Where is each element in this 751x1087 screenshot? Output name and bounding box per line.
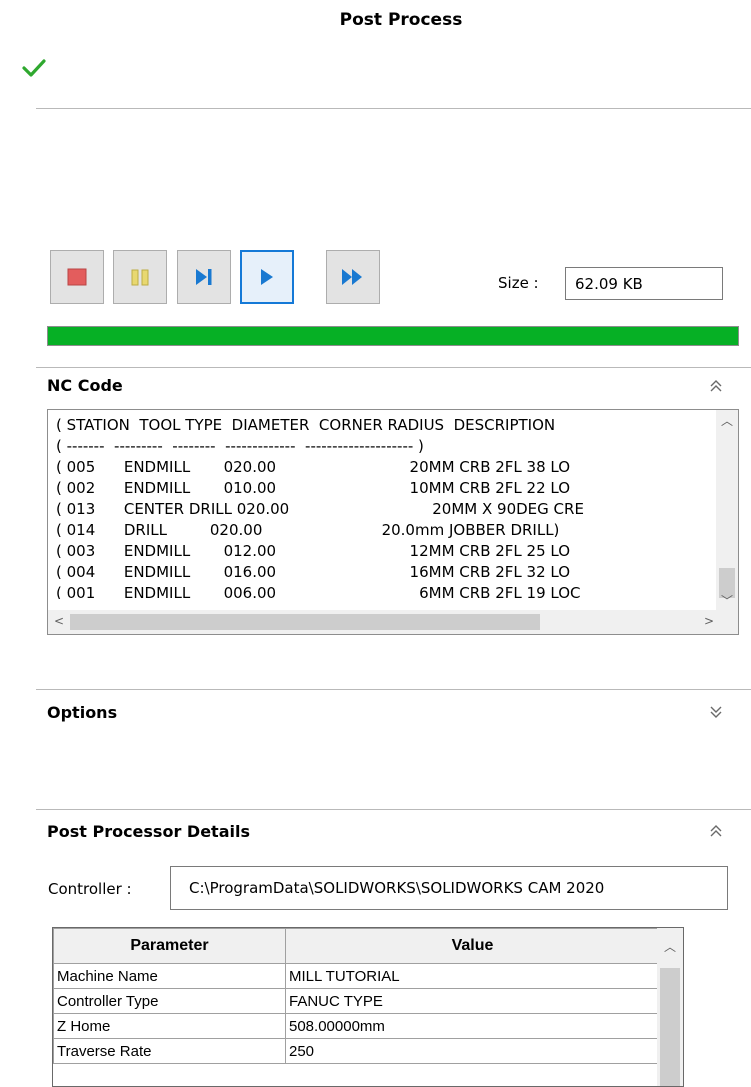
controller-path-field[interactable]: C:\ProgramData\SOLIDWORKS\SOLIDWORKS CAM… (170, 866, 728, 910)
stop-button[interactable] (50, 250, 104, 304)
nc-vertical-scrollbar[interactable]: ︿ ﹀ (716, 410, 738, 610)
step-icon (196, 269, 212, 285)
play-icon (261, 269, 273, 285)
expand-chevron-icon[interactable] (708, 704, 724, 720)
scroll-up-icon[interactable]: ︿ (721, 412, 733, 429)
controller-label: Controller : (48, 880, 132, 898)
table-row[interactable]: Z Home 508.00000mm (53, 1013, 660, 1039)
size-label: Size : (498, 274, 539, 292)
scroll-left-icon[interactable]: < (54, 614, 64, 628)
nc-horizontal-scrollbar[interactable]: < > (48, 610, 738, 634)
nc-code-line: ( 002 ENDMILL 010.00 10MM CRB 2FL 22 LO (56, 479, 571, 497)
parameter-cell[interactable]: Machine Name (53, 963, 286, 989)
size-value-field: 62.09 KB (565, 267, 723, 300)
value-cell[interactable]: 508.00000mm (285, 1013, 660, 1039)
nc-code-line: ( 003 ENDMILL 012.00 12MM CRB 2FL 25 LO (56, 542, 571, 560)
table-row[interactable]: Controller Type FANUC TYPE (53, 988, 660, 1014)
options-divider (36, 689, 751, 690)
value-cell[interactable]: 250 (285, 1038, 660, 1064)
collapse-chevron-icon[interactable] (708, 823, 724, 839)
nc-code-line: ( 001 ENDMILL 006.00 6MM CRB 2FL 19 LOC (56, 584, 581, 599)
nc-code-line: ( ------- --------- -------- -----------… (56, 437, 424, 455)
column-header-value[interactable]: Value (285, 928, 660, 964)
panel-title: Post Process (339, 10, 463, 30)
fast-forward-button[interactable] (326, 250, 380, 304)
scroll-down-icon[interactable]: ﹀ (721, 592, 733, 609)
nc-horizontal-scroll-thumb[interactable] (70, 614, 540, 630)
parameter-cell[interactable]: Controller Type (53, 988, 286, 1014)
nc-code-lines: ( STATION TOOL TYPE DIAMETER CORNER RADI… (56, 415, 698, 599)
value-cell[interactable]: FANUC TYPE (285, 988, 660, 1014)
progress-bar (47, 326, 739, 346)
nc-code-divider (36, 367, 751, 368)
column-header-parameter[interactable]: Parameter (53, 928, 286, 964)
header-divider (36, 108, 751, 109)
progress-fill (48, 327, 738, 345)
scroll-right-icon[interactable]: > (704, 614, 714, 628)
pause-icon (131, 269, 149, 286)
checkmark-icon[interactable] (22, 58, 46, 82)
nc-code-line: ( 004 ENDMILL 016.00 16MM CRB 2FL 32 LO (56, 563, 571, 581)
post-processor-divider (36, 809, 751, 810)
post-processor-title: Post Processor Details (47, 822, 250, 841)
table-row[interactable]: Machine Name MILL TUTORIAL (53, 963, 660, 989)
table-vertical-scrollbar[interactable]: ︿ (657, 928, 683, 1086)
nc-code-line: ( 013 CENTER DRILL 020.00 20MM X 90DEG C… (56, 500, 584, 518)
parameter-cell[interactable]: Z Home (53, 1013, 286, 1039)
nc-code-title: NC Code (47, 376, 123, 395)
parameter-cell[interactable]: Traverse Rate (53, 1038, 286, 1064)
nc-code-viewer[interactable]: ( STATION TOOL TYPE DIAMETER CORNER RADI… (47, 409, 739, 635)
play-button[interactable] (240, 250, 294, 304)
fast-forward-icon (342, 269, 362, 285)
scroll-up-icon[interactable]: ︿ (664, 938, 676, 955)
stop-icon (67, 268, 87, 286)
nc-code-line: ( STATION TOOL TYPE DIAMETER CORNER RADI… (56, 416, 556, 434)
nc-code-line: ( 005 ENDMILL 020.00 20MM CRB 2FL 38 LO (56, 458, 571, 476)
collapse-chevron-icon[interactable] (708, 378, 724, 394)
step-button[interactable] (177, 250, 231, 304)
parameter-table[interactable]: Parameter Value Machine Name MILL TUTORI… (52, 927, 684, 1087)
pause-button[interactable] (113, 250, 167, 304)
value-cell[interactable]: MILL TUTORIAL (285, 963, 660, 989)
table-vertical-scroll-thumb[interactable] (660, 968, 680, 1086)
table-row[interactable]: Traverse Rate 250 (53, 1038, 660, 1064)
options-title[interactable]: Options (47, 703, 117, 722)
nc-code-line: ( 014 DRILL 020.00 20.0mm JOBBER DRILL) (56, 521, 560, 539)
